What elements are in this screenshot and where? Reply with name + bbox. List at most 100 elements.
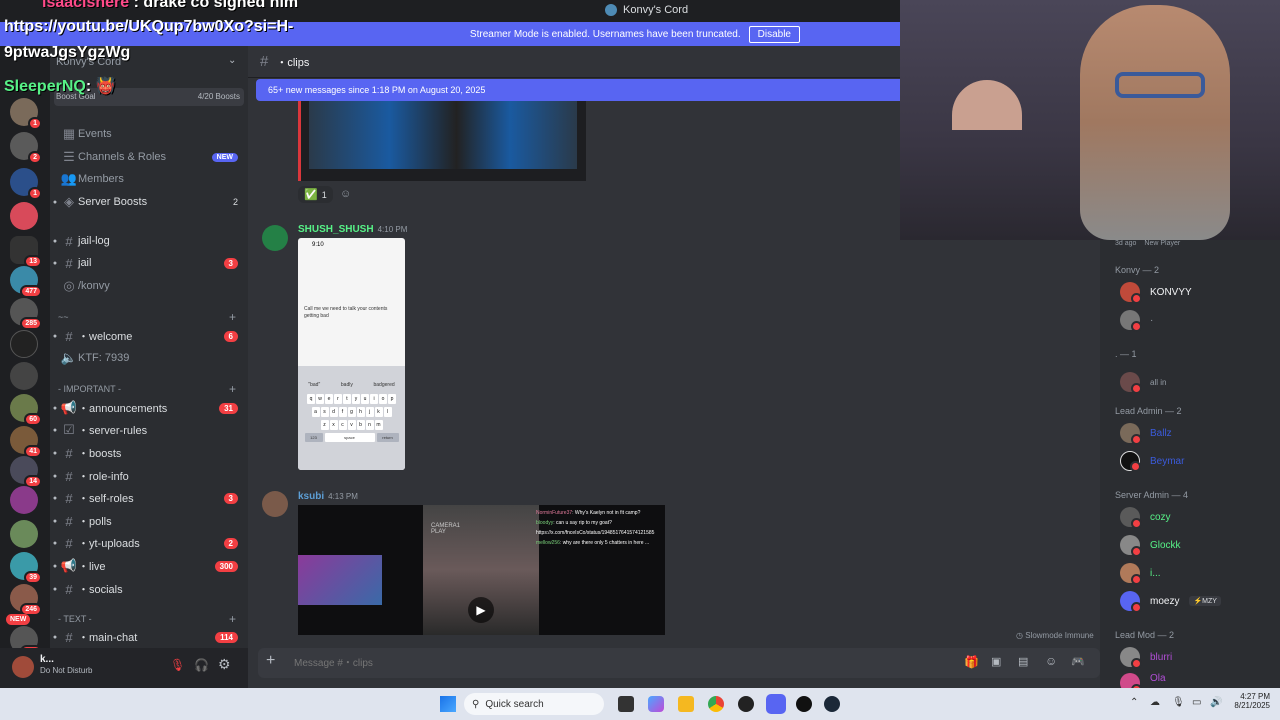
task-view-icon[interactable]	[618, 696, 634, 712]
member-item[interactable]: Glockk	[1120, 535, 1181, 557]
clock[interactable]: 4:27 PM 8/21/2025	[1228, 692, 1270, 710]
new-messages-bar[interactable]: 65+ new messages since 1:18 PM on August…	[256, 79, 900, 101]
gift-icon[interactable]: 🎁	[964, 655, 979, 669]
avatar[interactable]	[262, 225, 288, 251]
sidebar-item-welcome[interactable]: ● # ・welcome 6	[50, 325, 248, 347]
member-name: Ballz	[1150, 427, 1172, 439]
member-item[interactable]: KONVYY	[1120, 282, 1192, 304]
member-item[interactable]: cozy	[1120, 507, 1171, 529]
activities-icon[interactable]: 🎮	[1071, 655, 1085, 668]
server-icon[interactable]: 60	[10, 394, 42, 426]
obs-icon[interactable]	[738, 696, 754, 712]
sidebar-item-announcements[interactable]: ● 📢 ・announcements 31	[50, 397, 248, 419]
server-icon[interactable]: 14	[10, 456, 42, 488]
windows-start-icon[interactable]	[440, 696, 456, 712]
taskbar-search[interactable]: ⚲ Quick search	[464, 693, 604, 715]
sidebar-item-main-chat[interactable]: ● # ・main-chat 114	[50, 627, 248, 647]
gear-icon[interactable]: ⚙	[218, 656, 231, 673]
volume-icon[interactable]: 🔊	[1210, 697, 1222, 708]
sidebar-item-label: ・welcome	[78, 331, 133, 343]
member-item[interactable]: moezy ⚡MZY	[1120, 591, 1221, 613]
member-item[interactable]: ·	[1120, 310, 1153, 332]
play-icon[interactable]: ▶	[468, 597, 494, 623]
sticker-icon[interactable]: ▤	[1018, 655, 1028, 668]
server-icon[interactable]: 2	[10, 132, 42, 164]
reaction-button[interactable]: ✅ 1	[298, 186, 333, 203]
add-attachment-icon[interactable]: +	[266, 652, 275, 670]
member-item[interactable]: i...	[1120, 563, 1161, 585]
sidebar-item-server-rules[interactable]: ● ☑ ・server-rules	[50, 419, 248, 441]
server-icon[interactable]	[10, 202, 38, 230]
sidebar-item-boosts[interactable]: ● # ・boosts	[50, 442, 248, 464]
category-header[interactable]: ~~	[58, 312, 69, 322]
sidebar-item-server-boosts[interactable]: ● ◈ Server Boosts 2	[50, 191, 248, 213]
message-author[interactable]: SHUSH_SHUSH 4:10 PM	[298, 224, 407, 235]
chevron-down-icon[interactable]: ⌄	[228, 55, 236, 66]
server-icon[interactable]	[10, 330, 38, 358]
gif-icon[interactable]: ▣	[991, 655, 1001, 668]
previous-image-embed[interactable]	[298, 101, 586, 181]
sidebar-item-channels-roles[interactable]: ☰ Channels & Roles NEW	[50, 146, 248, 168]
microphone-icon[interactable]: 🎙	[1172, 697, 1185, 708]
deafen-icon[interactable]: 🎧	[194, 658, 209, 672]
server-icon[interactable]	[10, 520, 38, 548]
monitor-icon[interactable]: ▭	[1192, 697, 1201, 708]
sidebar-item-jail-log[interactable]: ● # jail-log	[50, 230, 248, 252]
disable-streamer-mode-button[interactable]: Disable	[748, 25, 800, 43]
keyboard-key: p	[388, 394, 396, 404]
server-badge: 285	[20, 317, 42, 330]
phone-screenshot[interactable]: 9:10 Call me we need to talk your conten…	[298, 238, 405, 470]
server-icon[interactable]	[10, 486, 38, 514]
sidebar-item-live[interactable]: ● 📢 ・live 300	[50, 555, 248, 577]
avatar[interactable]	[262, 491, 288, 517]
server-icon[interactable]: 1	[10, 98, 42, 130]
server-icon[interactable]: 13	[10, 236, 42, 268]
message-author[interactable]: ksubi 4:13 PM	[298, 491, 358, 502]
server-icon[interactable]: 1	[10, 168, 42, 200]
member-item[interactable]: Ballz	[1120, 423, 1172, 445]
server-icon[interactable]: 41	[10, 426, 42, 458]
member-item[interactable]: Beymar	[1120, 451, 1184, 472]
avatar[interactable]	[12, 656, 34, 678]
steam-icon[interactable]	[824, 696, 840, 712]
server-icon[interactable]	[10, 362, 38, 390]
member-item[interactable]: Ola	[1120, 673, 1166, 688]
app-icon[interactable]	[796, 696, 812, 712]
server-icon[interactable]: 285	[10, 298, 42, 330]
sidebar-item-socials[interactable]: ● # ・socials	[50, 578, 248, 600]
message-input[interactable]	[294, 654, 894, 672]
sidebar-item-ktf[interactable]: 🔈 KTF: 7939	[50, 347, 248, 369]
add-channel-icon[interactable]: +	[229, 382, 236, 396]
keyboard-key: d	[329, 407, 338, 417]
category-header[interactable]: - TEXT -	[58, 614, 92, 624]
category-header[interactable]: - IMPORTANT -	[58, 384, 121, 394]
sidebar-item-self-roles[interactable]: ● # ・self-roles 3	[50, 487, 248, 509]
emoji-icon[interactable]: ☺	[1045, 654, 1057, 668]
server-icon[interactable]: 246	[10, 584, 42, 616]
video-embed[interactable]: CAMERA1 PLAY ▶ NorminFuture37: Why's Kae…	[298, 505, 665, 635]
keyboard-key: r	[334, 394, 342, 404]
add-reaction-icon[interactable]: ☺	[340, 188, 351, 200]
sidebar-item-role-info[interactable]: ● # ・role-info	[50, 465, 248, 487]
mute-icon[interactable]: 🎙	[170, 658, 185, 672]
sidebar-item-konvy[interactable]: ◎/konvy	[50, 275, 248, 297]
add-channel-icon[interactable]: +	[229, 612, 236, 626]
add-channel-icon[interactable]: +	[229, 310, 236, 324]
sidebar-item-polls[interactable]: ● # ・polls	[50, 510, 248, 532]
server-icon	[605, 4, 617, 16]
member-item[interactable]: all in	[1120, 372, 1166, 394]
file-explorer-icon[interactable]	[678, 696, 694, 712]
webcam-overlay	[900, 0, 1280, 240]
member-item[interactable]: blurri	[1120, 647, 1172, 669]
sidebar-item-events[interactable]: ▦ Events	[50, 123, 248, 145]
sidebar-item-jail[interactable]: ● # jail 3	[50, 252, 248, 274]
sidebar-item-members[interactable]: 👥 Members	[50, 168, 248, 190]
server-icon[interactable]: 477	[10, 266, 42, 298]
discord-taskbar-icon[interactable]	[766, 694, 786, 714]
sidebar-item-yt-uploads[interactable]: ● # ・yt-uploads 2	[50, 532, 248, 554]
chevron-up-icon[interactable]: ⌃	[1130, 697, 1138, 708]
copilot-icon[interactable]	[648, 696, 664, 712]
chrome-icon[interactable]	[708, 696, 724, 712]
server-icon[interactable]: 39	[10, 552, 42, 584]
network-icon[interactable]: ☁	[1150, 697, 1160, 708]
